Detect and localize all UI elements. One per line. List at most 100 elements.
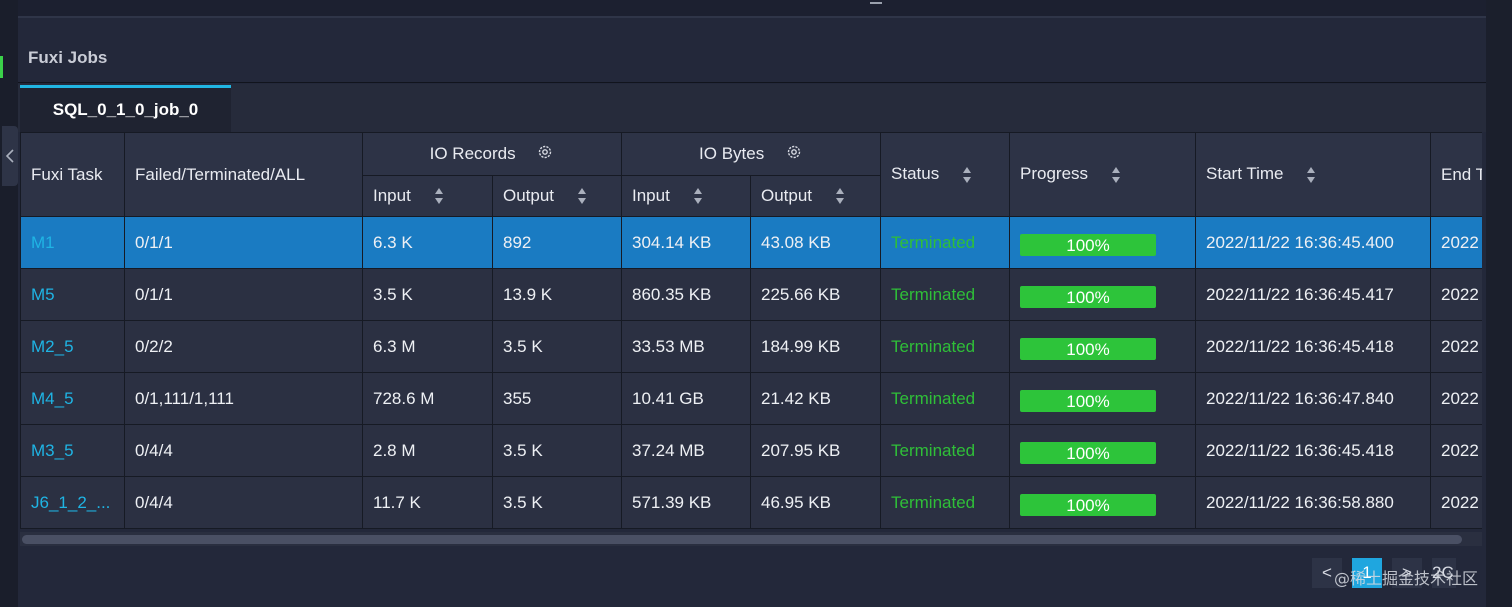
sort-icon[interactable] [962,165,972,185]
sort-icon[interactable] [1111,165,1121,185]
cell-records-input: 11.7 K [362,476,493,529]
cell-task[interactable]: M4_5 [20,372,125,425]
cell-start-time: 2022/11/22 16:36:45.418 [1195,320,1432,373]
progress-bar: 100% [1020,441,1157,464]
watermark: @稀土掘金技术社区 [1334,569,1479,588]
task-link[interactable]: M4_5 [31,389,74,408]
cell-failed: 0/1/1 [124,268,363,321]
cell-progress: 100% [1009,216,1197,269]
header-progress[interactable]: Progress [1009,132,1197,217]
cell-start-time: 2022/11/22 16:36:45.418 [1195,424,1432,477]
cell-bytes-output: 43.08 KB [749,216,882,269]
jobs-table-container: Fuxi Task Failed/Terminated/ALL IO Recor… [20,132,1482,532]
table-row[interactable]: M2_5 0/2/2 6.3 M 3.5 K 33.53 MB 184.99 K… [20,320,1482,373]
header-fuxi-task: Fuxi Task [20,132,125,217]
progress-bar: 100% [1020,233,1157,256]
cell-records-input: 2.8 M [362,424,493,477]
jobs-table: Fuxi Task Failed/Terminated/ALL IO Recor… [20,132,1482,529]
progress-bar: 100% [1020,337,1157,360]
cell-bytes-output: 207.95 KB [749,424,882,477]
resize-grip[interactable] [870,2,882,4]
status-badge: Terminated [880,476,1011,529]
cell-bytes-output: 184.99 KB [749,320,882,373]
header-status[interactable]: Status [880,132,1011,217]
header-label: Output [761,185,813,205]
cell-failed: 0/1,111/1,111 [124,372,363,425]
cell-task[interactable]: M3_5 [20,424,125,477]
cell-start-time: 2022/11/22 16:36:58.880 [1195,476,1432,529]
cell-bytes-input: 304.14 KB [621,216,751,269]
cell-records-output: 3.5 K [492,476,622,529]
header-label: Fuxi Task [31,164,103,184]
header-failed: Failed/Terminated/ALL [124,132,363,217]
progress-bar: 100% [1020,285,1157,308]
gear-icon[interactable] [785,143,803,166]
progress-bar: 100% [1020,389,1157,412]
header-start-time[interactable]: Start Time [1195,132,1432,217]
sort-icon[interactable] [577,186,587,206]
cell-start-time: 2022/11/22 16:36:45.417 [1195,268,1432,321]
task-link[interactable]: M5 [31,285,55,304]
cell-failed: 0/4/4 [124,476,363,529]
cell-task[interactable]: J6_1_2_... [20,476,125,529]
cell-records-output: 3.5 K [492,320,622,373]
tab-job[interactable]: SQL_0_1_0_job_0 [20,85,231,132]
cell-records-output: 892 [492,216,622,269]
cell-records-input: 3.5 K [362,268,493,321]
header-label: Input [632,185,670,205]
cell-records-output: 3.5 K [492,424,622,477]
cell-progress: 100% [1009,372,1197,425]
cell-failed: 0/1/1 [124,216,363,269]
collapse-sidebar-button[interactable] [2,126,18,186]
header-label: Input [373,185,411,205]
header-label: Status [891,164,940,184]
cell-records-input: 6.3 M [362,320,493,373]
status-badge: Terminated [880,372,1011,425]
tab-strip [18,84,1486,132]
task-link[interactable]: M1 [31,233,55,252]
header-bytes-output[interactable]: Output [749,175,882,217]
header-label: IO Bytes [699,143,765,163]
task-link[interactable]: M2_5 [31,337,74,356]
header-io-records: IO Records [362,132,622,176]
cell-task[interactable]: M1 [20,216,125,269]
header-records-input[interactable]: Input [362,175,493,217]
status-badge: Terminated [880,320,1011,373]
cell-progress: 100% [1009,424,1197,477]
header-label: Start Time [1206,164,1284,184]
table-row[interactable]: M3_5 0/4/4 2.8 M 3.5 K 37.24 MB 207.95 K… [20,424,1482,477]
sort-icon[interactable] [693,186,703,206]
cell-bytes-output: 21.42 KB [749,372,882,425]
task-link[interactable]: J6_1_2_... [31,493,110,512]
header-io-bytes: IO Bytes [620,132,882,176]
table-row[interactable]: M1 0/1/1 6.3 K 892 304.14 KB 43.08 KB Te… [20,216,1482,269]
cell-progress: 100% [1009,268,1197,321]
cell-end-time: 2022 [1430,476,1482,529]
top-bar [18,0,1486,18]
cell-task[interactable]: M2_5 [20,320,125,373]
progress-bar: 100% [1020,493,1157,516]
header-label: Failed/Terminated/ALL [135,164,306,184]
cell-end-time: 2022 [1430,216,1482,269]
header-bytes-input[interactable]: Input [621,175,751,217]
scrollbar-thumb[interactable] [22,535,1462,544]
sort-icon[interactable] [835,186,845,206]
cell-end-time: 2022 [1430,268,1482,321]
left-gutter [0,0,18,607]
table-row[interactable]: M4_5 0/1,111/1,111 728.6 M 355 10.41 GB … [20,372,1482,425]
sort-icon[interactable] [434,186,444,206]
active-indicator [0,56,3,78]
header-label: End T [1441,164,1482,184]
cell-records-output: 13.9 K [492,268,622,321]
header-end-time[interactable]: End T [1430,132,1482,217]
horizontal-scrollbar[interactable] [20,532,1482,546]
status-badge: Terminated [880,216,1011,269]
cell-task[interactable]: M5 [20,268,125,321]
table-row[interactable]: J6_1_2_... 0/4/4 11.7 K 3.5 K 571.39 KB … [20,476,1482,529]
header-records-output[interactable]: Output [492,175,622,217]
task-link[interactable]: M3_5 [31,441,74,460]
gear-icon[interactable] [536,143,554,166]
table-row[interactable]: M5 0/1/1 3.5 K 13.9 K 860.35 KB 225.66 K… [20,268,1482,321]
cell-start-time: 2022/11/22 16:36:45.400 [1195,216,1432,269]
sort-icon[interactable] [1306,165,1316,185]
